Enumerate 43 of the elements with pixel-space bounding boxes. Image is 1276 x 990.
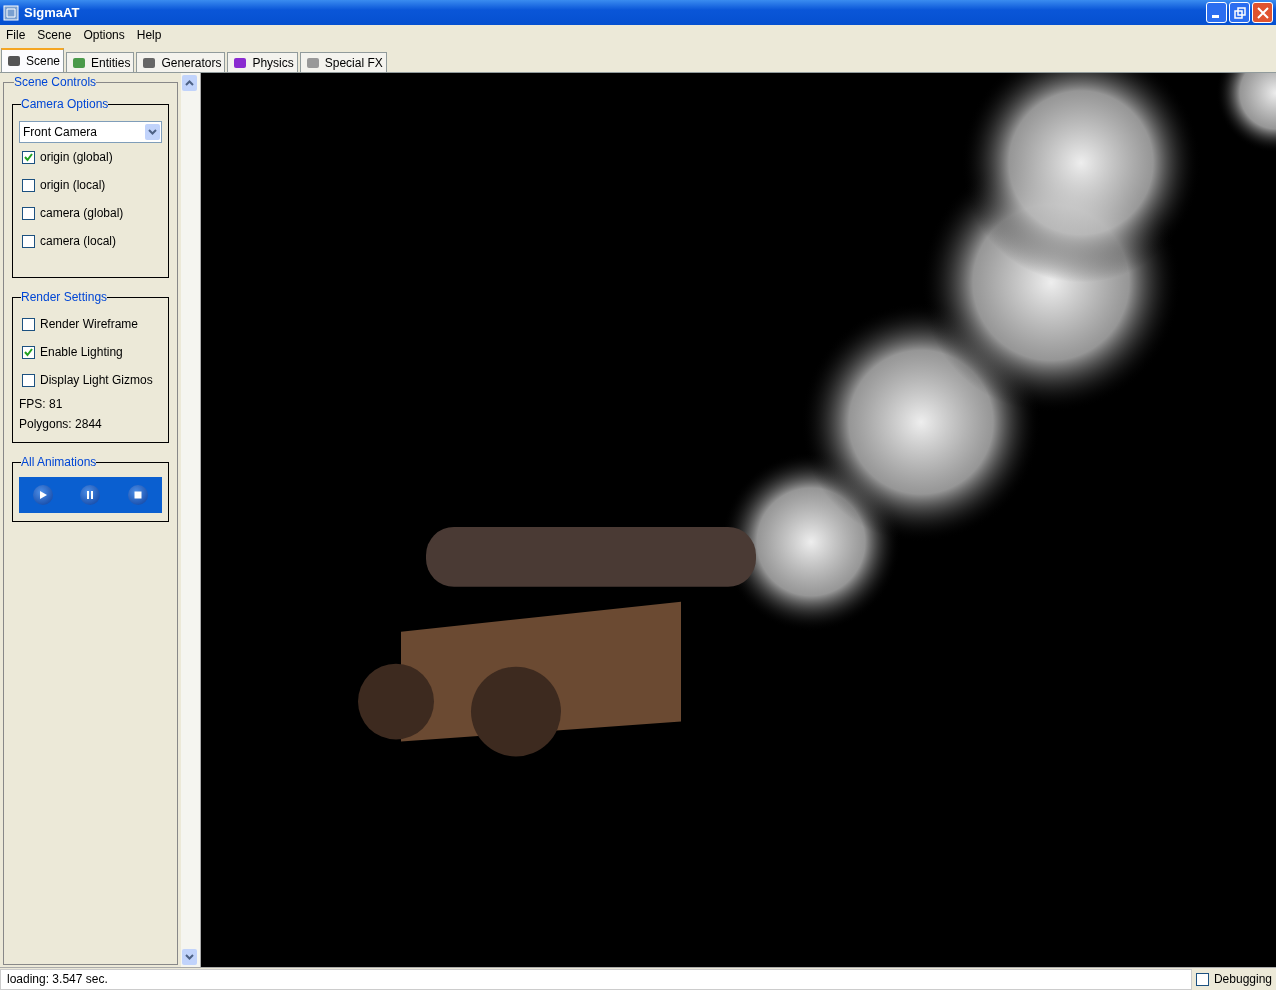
pause-button[interactable]	[80, 485, 101, 505]
minimize-button[interactable]	[1206, 2, 1227, 23]
app-icon	[3, 4, 19, 21]
debugging-checkbox[interactable]: Debugging	[1191, 969, 1276, 989]
play-icon	[37, 490, 48, 500]
minimize-icon	[1211, 14, 1219, 18]
tab[interactable]: Entities	[66, 52, 135, 72]
checkbox[interactable]: camera (local)	[19, 227, 162, 255]
checkbox[interactable]: origin (local)	[19, 171, 162, 199]
menu-item[interactable]: Options	[77, 28, 131, 42]
scroll-up-icon[interactable]	[182, 75, 197, 91]
tab[interactable]: Scene	[1, 48, 65, 72]
checkbox[interactable]: Render Wireframe	[19, 310, 162, 338]
menu-item[interactable]: File	[0, 28, 32, 42]
scroll-down-icon[interactable]	[182, 949, 197, 965]
checkbox[interactable]: Enable Lighting	[19, 338, 162, 366]
menu-item[interactable]: Scene	[31, 28, 78, 42]
checkmark-icon	[24, 347, 33, 357]
group-title: Scene Controls	[14, 75, 97, 89]
stop-icon	[133, 490, 144, 500]
status-text: loading: 3.547 sec.	[0, 968, 1192, 990]
restore-icon	[1233, 6, 1246, 19]
tab[interactable]: Physics	[227, 52, 298, 72]
stop-button[interactable]	[128, 485, 149, 505]
checkmark-icon	[24, 152, 33, 162]
pause-icon	[85, 490, 96, 500]
camera-dropdown[interactable]: Front Camera	[19, 121, 162, 143]
group-title: Camera Options	[21, 97, 109, 111]
checkbox[interactable]: origin (global)	[19, 143, 162, 171]
polygons-label: Polygons: 2844	[19, 416, 103, 433]
window-title: SigmaAT	[24, 5, 80, 20]
close-icon	[1256, 6, 1269, 19]
restore-button[interactable]	[1229, 2, 1250, 23]
checkbox[interactable]: camera (global)	[19, 199, 162, 227]
group-title: All Animations	[21, 455, 97, 469]
fps-label: FPS: 81	[19, 396, 64, 413]
menu-item[interactable]: Help	[130, 28, 168, 42]
play-button[interactable]	[32, 485, 53, 505]
tab[interactable]: Generators	[136, 52, 226, 72]
checkbox[interactable]: Display Light Gizmos	[19, 366, 162, 394]
group-title: Render Settings	[21, 290, 108, 304]
close-button[interactable]	[1252, 2, 1273, 23]
tab[interactable]: Special FX	[299, 52, 387, 72]
